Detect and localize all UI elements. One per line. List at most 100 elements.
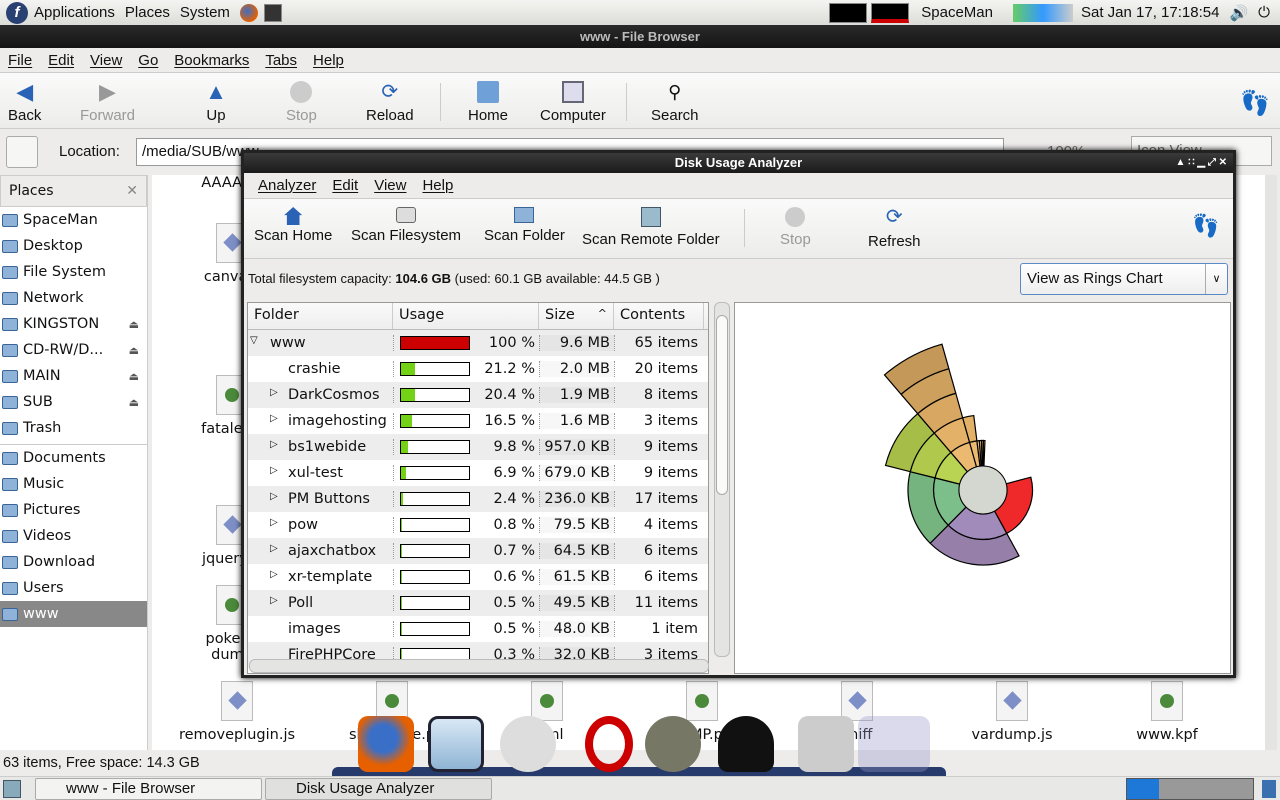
stop-button[interactable]: Stop xyxy=(780,207,811,248)
rings-chart[interactable] xyxy=(735,303,1232,675)
computer-button[interactable]: Computer xyxy=(540,81,606,124)
table-row[interactable]: ▷ xr-template 0.6 % 61.5 KB 6 items xyxy=(248,564,708,590)
dock-firefox-icon[interactable] xyxy=(358,716,414,772)
expander-icon[interactable]: ▷ xyxy=(270,595,278,606)
clock[interactable]: Sat Jan 17, 17:18:54 xyxy=(1081,4,1219,21)
close-icon[interactable]: ✕ xyxy=(126,183,138,199)
back-button[interactable]: ◀ Back xyxy=(8,81,41,125)
expander-icon[interactable]: ▷ xyxy=(270,413,278,424)
scan-filesystem-button[interactable]: Scan Filesystem xyxy=(351,207,461,244)
menu-places[interactable]: Places xyxy=(125,4,170,21)
trash-applet-icon[interactable] xyxy=(1262,780,1276,798)
window-controls-icon[interactable]: ▲ ∷ ▁ ⤢ ✕ xyxy=(1176,153,1227,173)
column-size[interactable]: Size ^ xyxy=(539,303,614,329)
expander-icon[interactable]: ▷ xyxy=(270,517,278,528)
sidebar-item[interactable]: SpaceMan xyxy=(0,207,147,233)
sidebar-item[interactable]: SUB ⏏ xyxy=(0,389,147,415)
sidebar-header[interactable]: Places ✕ xyxy=(0,175,147,207)
task-file-browser[interactable]: www - File Browser xyxy=(35,778,262,800)
table-row[interactable]: ▷ PM Buttons 2.4 % 236.0 KB 17 items xyxy=(248,486,708,512)
memory-monitor-icon[interactable] xyxy=(871,2,910,23)
power-icon[interactable]: ⏻ xyxy=(1258,4,1270,21)
scan-home-button[interactable]: Scan Home xyxy=(254,207,332,244)
ring-center-www[interactable] xyxy=(958,465,1008,515)
forward-button[interactable]: ▶ Forward xyxy=(80,81,135,125)
menu-view[interactable]: View xyxy=(82,52,130,69)
sidebar-bookmark[interactable]: Download xyxy=(0,549,147,575)
table-row[interactable]: ▷ bs1webide 9.8 % 957.0 KB 9 items xyxy=(248,434,708,460)
workspace-switcher[interactable] xyxy=(1126,778,1254,800)
expander-icon[interactable]: ▷ xyxy=(270,465,278,476)
expander-icon[interactable]: ▷ xyxy=(270,569,278,580)
menu-bookmarks[interactable]: Bookmarks xyxy=(166,52,257,69)
expander-icon[interactable]: ▽ xyxy=(250,335,258,346)
sidebar-bookmark[interactable]: Users xyxy=(0,575,147,601)
table-row[interactable]: ▽ www 100 % 9.6 MB 65 items xyxy=(248,330,708,356)
sidebar-item[interactable]: MAIN ⏏ xyxy=(0,363,147,389)
scan-remote-folder-button[interactable]: Scan Remote Folder xyxy=(582,207,720,248)
table-row[interactable]: ▷ DarkCosmos 20.4 % 1.9 MB 8 items xyxy=(248,382,708,408)
rings-chart-pane[interactable] xyxy=(734,302,1231,674)
menu-edit[interactable]: Edit xyxy=(324,177,366,194)
up-button[interactable]: ▲ Up xyxy=(205,81,227,125)
fedora-logo-icon[interactable]: f xyxy=(6,1,28,24)
eject-icon[interactable]: ⏏ xyxy=(129,370,139,383)
sidebar-item[interactable]: Desktop xyxy=(0,233,147,259)
sidebar-bookmark[interactable]: Pictures xyxy=(0,497,147,523)
expander-icon[interactable]: ▷ xyxy=(270,439,278,450)
expander-icon[interactable]: ▷ xyxy=(270,387,278,398)
file-item[interactable]: removeplugin.js xyxy=(167,681,307,743)
search-button[interactable]: ⚲ Search xyxy=(651,81,699,124)
column-folder[interactable]: Folder xyxy=(248,303,393,329)
column-contents[interactable]: Contents xyxy=(614,303,704,329)
table-row[interactable]: ▷ ajaxchatbox 0.7 % 64.5 KB 6 items xyxy=(248,538,708,564)
terminal-launcher-icon[interactable] xyxy=(263,3,282,22)
menu-view[interactable]: View xyxy=(366,177,414,194)
cpu-monitor-icon[interactable] xyxy=(829,2,868,23)
menu-tabs[interactable]: Tabs xyxy=(257,52,305,69)
home-button[interactable]: Home xyxy=(468,81,508,124)
view-as-select[interactable]: View as Rings Chart ∨ xyxy=(1020,263,1228,295)
expander-icon[interactable]: ▷ xyxy=(270,491,278,502)
user-name[interactable]: SpaceMan xyxy=(921,4,993,21)
sidebar-item[interactable]: CD-RW/D... ⏏ xyxy=(0,337,147,363)
menu-go[interactable]: Go xyxy=(130,52,166,69)
reload-button[interactable]: ⟳ Reload xyxy=(366,81,414,124)
ring-segment-poll[interactable] xyxy=(982,439,986,467)
menu-help[interactable]: Help xyxy=(305,52,352,69)
sidebar-bookmark[interactable]: Music xyxy=(0,471,147,497)
table-row[interactable]: ▷ Poll 0.5 % 49.5 KB 11 items xyxy=(248,590,708,616)
menu-help[interactable]: Help xyxy=(414,177,461,194)
table-row[interactable]: ▷ xul-test 6.9 % 679.0 KB 9 items xyxy=(248,460,708,486)
scan-folder-button[interactable]: Scan Folder xyxy=(484,207,565,244)
sidebar-bookmark[interactable]: www xyxy=(0,601,147,627)
sidebar-item[interactable]: Trash xyxy=(0,415,147,441)
refresh-button[interactable]: ⟳ Refresh xyxy=(868,207,921,250)
table-row[interactable]: ▷ pow 0.8 % 79.5 KB 4 items xyxy=(248,512,708,538)
eject-icon[interactable]: ⏏ xyxy=(129,344,139,357)
network-icon[interactable] xyxy=(1012,3,1073,22)
show-desktop-icon[interactable] xyxy=(3,780,21,798)
sidebar-item[interactable]: File System xyxy=(0,259,147,285)
edit-location-toggle-icon[interactable] xyxy=(6,136,38,168)
menu-applications[interactable]: Applications xyxy=(34,4,115,21)
dua-titlebar[interactable]: Disk Usage Analyzer ▲ ∷ ▁ ⤢ ✕ xyxy=(244,153,1233,173)
menu-system[interactable]: System xyxy=(180,4,230,21)
dock-file-cabinet-icon[interactable] xyxy=(798,716,854,772)
sidebar-bookmark[interactable]: Videos xyxy=(0,523,147,549)
dock-cube-icon[interactable] xyxy=(428,716,484,772)
eject-icon[interactable]: ⏏ xyxy=(129,318,139,331)
volume-icon[interactable]: 🔊 xyxy=(1229,4,1248,22)
dock-gimp-icon[interactable] xyxy=(645,716,701,772)
dock-eye-icon[interactable] xyxy=(500,716,556,772)
firefox-launcher-icon[interactable] xyxy=(239,3,258,22)
file-item[interactable]: vardump.js xyxy=(942,681,1082,743)
file-item[interactable]: www.kpf xyxy=(1097,681,1237,743)
menu-analyzer[interactable]: Analyzer xyxy=(250,173,324,199)
dock-opera-icon[interactable] xyxy=(585,716,633,772)
table-row[interactable]: crashie 21.2 % 2.0 MB 20 items xyxy=(248,356,708,382)
task-disk-usage-analyzer[interactable]: Disk Usage Analyzer xyxy=(265,778,492,800)
sidebar-bookmark[interactable]: Documents xyxy=(0,445,147,471)
menu-file[interactable]: File xyxy=(0,52,40,69)
menu-edit[interactable]: Edit xyxy=(40,52,82,69)
